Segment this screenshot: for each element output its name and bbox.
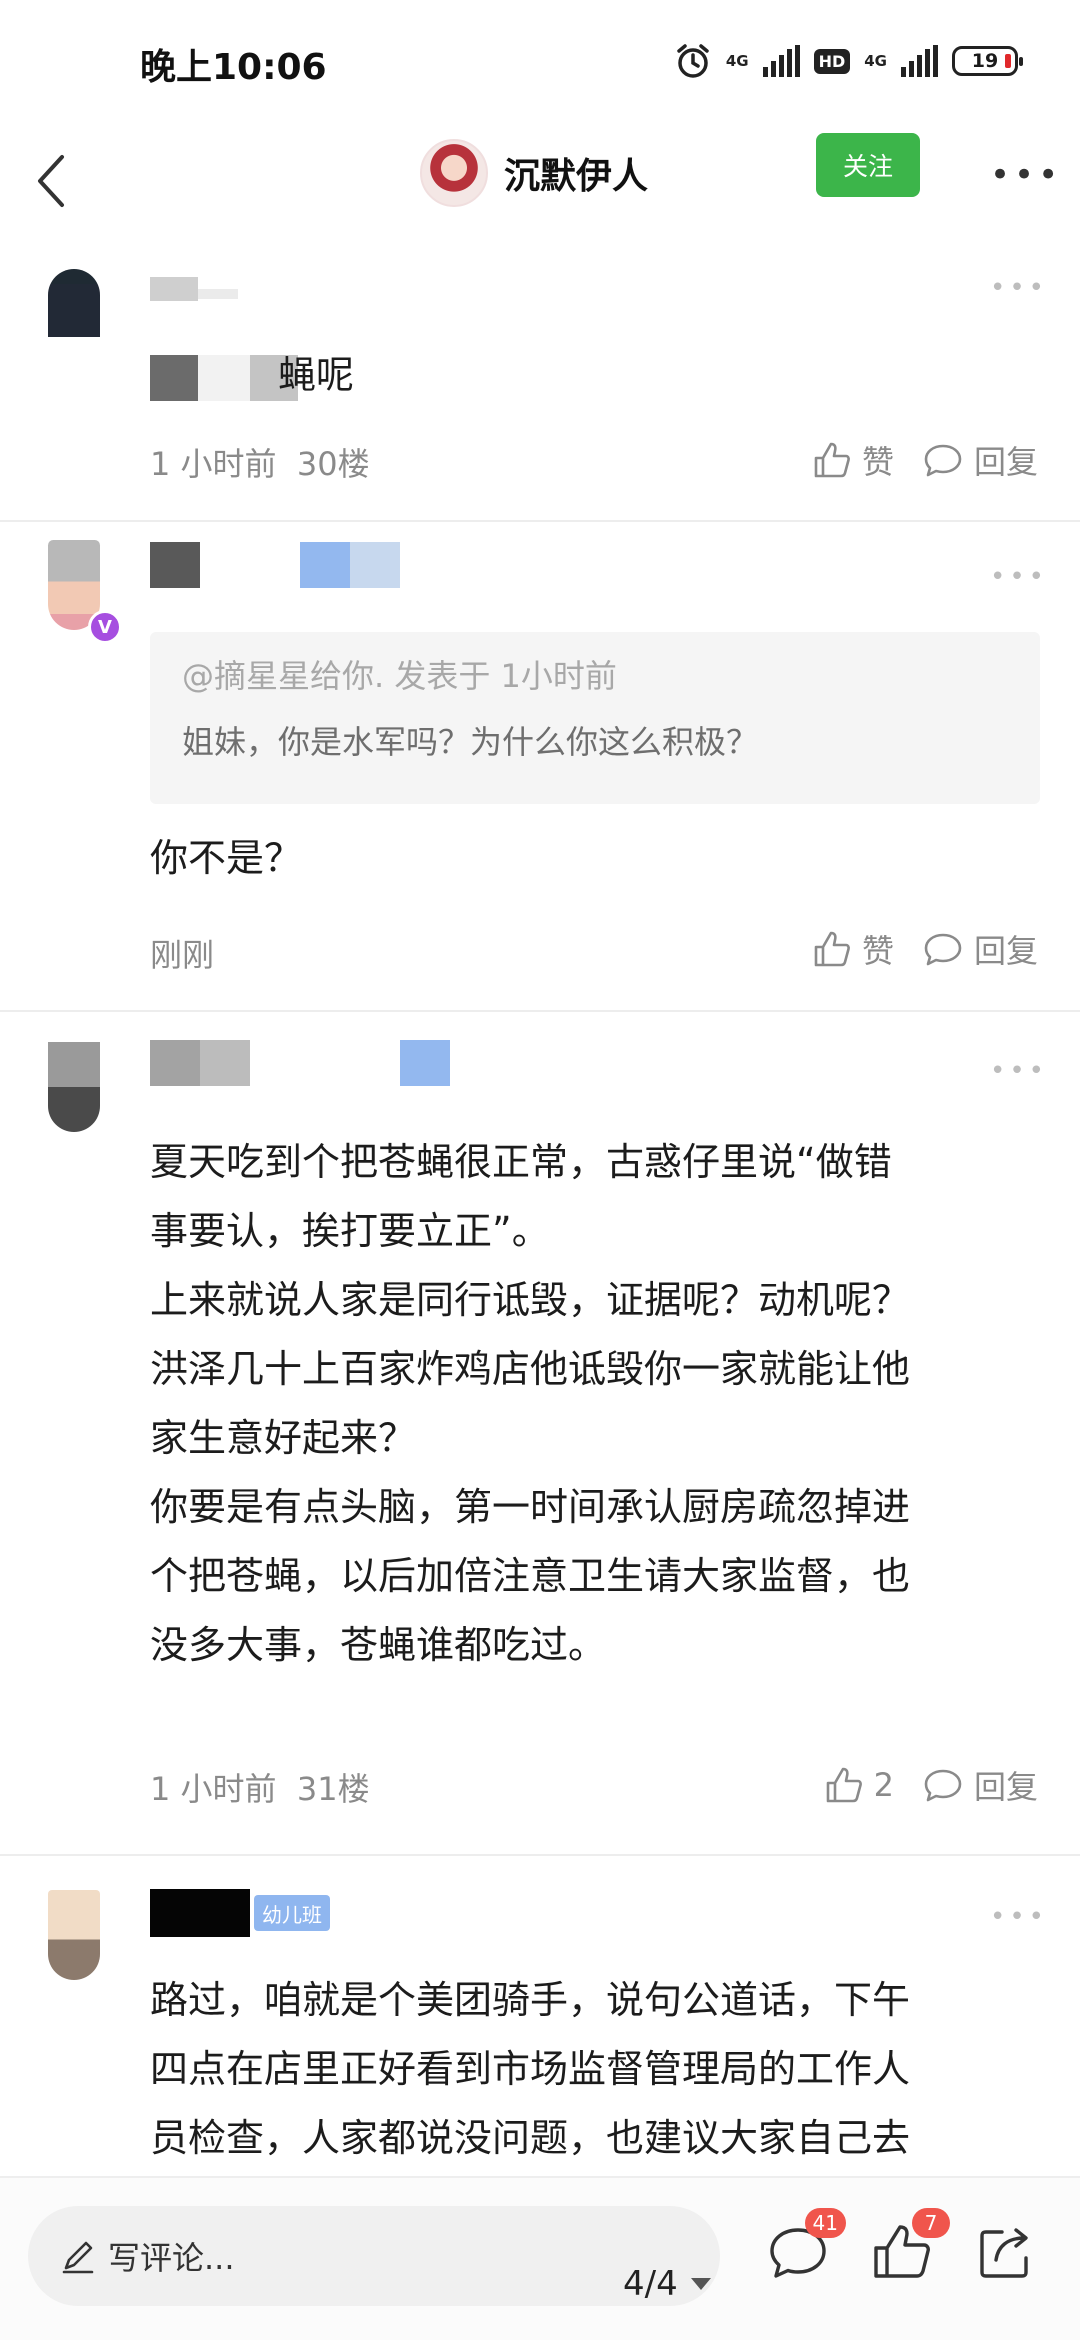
comment-item: 幼儿班 ••• 路过，咱就是个美团骑手，说句公道话，下午 四点在店里正好看到市场… (0, 1856, 1080, 2176)
author-name[interactable]: 沉默伊人 (504, 147, 648, 199)
user-name[interactable] (150, 1040, 450, 1086)
like-button[interactable]: 赞 (812, 926, 894, 972)
reply-bubble-icon (924, 1769, 962, 1802)
comment-count-badge: 41 (804, 2208, 846, 2238)
comment-item: ••• 蝇呢 1 小时前 30楼 赞 回复 (0, 245, 1080, 520)
thumbs-up-icon (814, 931, 850, 967)
verified-badge-icon: V (88, 610, 122, 644)
comment-meta: 1 小时前 30楼 (150, 439, 370, 485)
reply-bubble-icon (924, 444, 962, 477)
status-icons: 4G HD 4G 19 (674, 38, 1023, 84)
comment-line: 路过，咱就是个美团骑手，说句公道话，下午 (150, 1978, 911, 2022)
share-button[interactable] (974, 2220, 1038, 2284)
page-indicator[interactable]: 4/4 (623, 2264, 712, 2304)
comment-floor: 31楼 (296, 1770, 370, 1808)
comment-text: 夏天吃到个把苍蝇很正常，古惑仔里说“做错 事要认，挨打要立正”。 上来就说人家是… (150, 1128, 1040, 1680)
comment-line: 没多大事，苍蝇谁都吃过。 (150, 1623, 607, 1667)
comment-actions: 2 回复 (824, 1762, 1038, 1808)
battery-level: 19 (971, 50, 999, 72)
comment-line: 员检查，人家都说没问题，也建议大家自己去 (150, 2116, 911, 2160)
like-count-badge: 7 (912, 2208, 950, 2238)
caret-down-icon (690, 2278, 711, 2290)
comment-more-icon[interactable]: ••• (990, 562, 1048, 592)
redacted-block (150, 354, 198, 401)
page-indicator-label: 4/4 (623, 2264, 678, 2304)
user-avatar[interactable] (48, 1890, 100, 1980)
comment-line: 个把苍蝇，以后加倍注意卫生请大家监督，也 (150, 1554, 911, 1598)
reply-button[interactable]: 回复 (922, 1762, 1038, 1808)
reply-button[interactable]: 回复 (922, 926, 1038, 972)
user-name[interactable]: 幼儿班 (150, 1889, 330, 1937)
user-avatar[interactable] (48, 1042, 100, 1132)
reply-bubble-icon (924, 933, 962, 966)
status-bar: 晚上10:06 4G HD 4G 19 (0, 0, 1080, 125)
reply-label: 回复 (973, 443, 1038, 481)
share-icon (980, 2228, 1028, 2278)
comment-item: ••• 夏天吃到个把苍蝇很正常，古惑仔里说“做错 事要认，挨打要立正”。 上来就… (0, 1012, 1080, 1854)
comments-button[interactable]: 41 (766, 2208, 846, 2284)
like-button[interactable]: 赞 (812, 437, 894, 483)
comment-time: 1 小时前 (150, 1770, 277, 1808)
comment-more-icon[interactable]: ••• (990, 273, 1048, 303)
reply-label: 回复 (973, 932, 1038, 970)
comment-text: 你不是？ (150, 836, 303, 880)
quote-body: 姐妹，你是水军吗？为什么你这么积极？ (182, 723, 759, 761)
comment-text: 蝇呢 (150, 341, 1040, 410)
comment-line: 夏天吃到个把苍蝇很正常，古惑仔里说“做错 (150, 1140, 892, 1184)
signal-strength-icon-2 (901, 45, 938, 77)
comment-more-icon[interactable]: ••• (990, 1902, 1048, 1932)
comment-time: 刚刚 (150, 936, 215, 974)
comment-placeholder: 写评论... (108, 2239, 235, 2277)
back-arrow-icon[interactable] (26, 145, 86, 215)
battery-icon: 19 (952, 46, 1023, 76)
post-header: 沉默伊人 关注 ••• (0, 125, 1080, 245)
signal-strength-icon (762, 45, 800, 77)
user-name[interactable] (150, 261, 238, 307)
comment-text-visible: 蝇呢 (278, 353, 355, 397)
quote-header: @摘星星给你. 发表于 1小时前 (182, 657, 617, 695)
author-info[interactable]: 沉默伊人 (420, 129, 648, 217)
author-avatar[interactable] (420, 139, 488, 207)
like-label: 赞 (861, 443, 894, 481)
bottom-bar: 写评论... 4/4 41 7 (0, 2176, 1080, 2340)
like-button[interactable]: 2 (824, 1765, 894, 1805)
comment-line: 家生意好起来？ (150, 1416, 417, 1460)
comment-actions: 赞 回复 (812, 437, 1038, 483)
follow-button[interactable]: 关注 (816, 133, 920, 197)
status-time: 晚上10:06 (140, 47, 327, 88)
like-label: 赞 (861, 932, 894, 970)
reply-button[interactable]: 回复 (922, 437, 1038, 483)
comment-line: 上来就说人家是同行诋毁，证据呢？动机呢？ (150, 1278, 911, 1322)
comment-line: 洪泽几十上百家炸鸡店他诋毁你一家就能让他 (150, 1347, 911, 1391)
like-post-button[interactable]: 7 (870, 2208, 950, 2284)
reply-label: 回复 (973, 1768, 1038, 1806)
comment-time: 1 小时前 (150, 445, 277, 483)
comment-text: 路过，咱就是个美团骑手，说句公道话，下午 四点在店里正好看到市场监督管理局的工作… (150, 1966, 1040, 2173)
network-type-2: 4G (864, 51, 887, 70)
comment-line: 事要认，挨打要立正”。 (150, 1209, 550, 1253)
comment-floor: 30楼 (296, 445, 370, 483)
comment-line: 四点在店里正好看到市场监督管理局的工作人 (150, 2047, 911, 2091)
quoted-comment[interactable]: @摘星星给你. 发表于 1小时前 姐妹，你是水军吗？为什么你这么积极？ (150, 632, 1040, 804)
network-type-1: 4G (725, 51, 749, 70)
comment-item: V ••• @摘星星给你. 发表于 1小时前 姐妹，你是水军吗？为什么你这么积极… (0, 522, 1080, 1010)
more-options-icon[interactable]: ••• (990, 155, 1062, 195)
thumbs-up-icon (814, 442, 850, 478)
thumbs-up-icon (826, 1767, 862, 1803)
user-name[interactable] (150, 542, 400, 588)
comment-meta: 1 小时前 31楼 (150, 1764, 370, 1810)
pencil-icon (62, 2241, 94, 2274)
level-badge: 幼儿班 (254, 1895, 330, 1931)
hd-badge: HD (813, 48, 851, 74)
user-avatar[interactable] (48, 269, 100, 359)
comment-input[interactable]: 写评论... 4/4 (28, 2206, 720, 2306)
comment-actions: 赞 回复 (812, 926, 1038, 972)
comment-line: 你要是有点头脑，第一时间承认厨房疏忽掉进 (150, 1485, 911, 1529)
like-count: 2 (873, 1766, 894, 1804)
comment-more-icon[interactable]: ••• (990, 1056, 1048, 1086)
alarm-icon (677, 44, 709, 78)
